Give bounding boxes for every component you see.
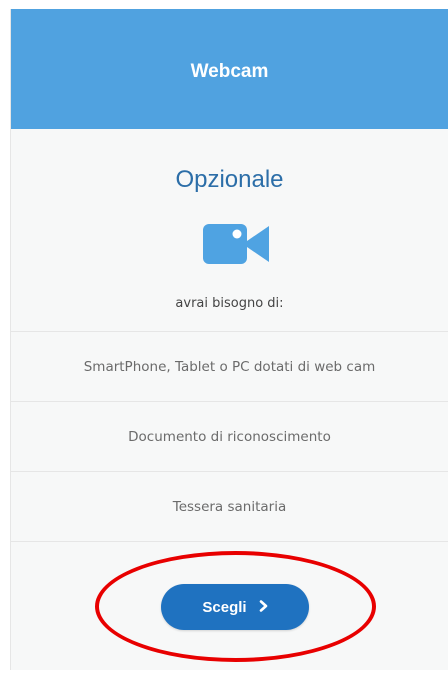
card-intro: Opzionale avrai bisogno di: [11,129,448,332]
option-card-webcam: Webcam Opzionale avrai bisogno di: Smart… [10,9,448,670]
choose-button-label: Scegli [202,598,247,616]
requirement-item: Documento di riconoscimento [11,402,448,472]
card-actions: Scegli [11,542,448,662]
card-title: Webcam [190,61,269,82]
card-header: Webcam [11,9,448,129]
page: Webcam Opzionale avrai bisogno di: Smart… [0,0,448,676]
needs-label: avrai bisogno di: [175,296,284,311]
requirement-item: Tessera sanitaria [11,472,448,542]
chevron-right-icon [259,599,268,615]
video-camera-icon [203,224,269,264]
choose-button[interactable]: Scegli [161,584,309,630]
requirement-item: SmartPhone, Tablet o PC dotati di web ca… [11,332,448,402]
card-subtitle: Opzionale [175,166,284,193]
